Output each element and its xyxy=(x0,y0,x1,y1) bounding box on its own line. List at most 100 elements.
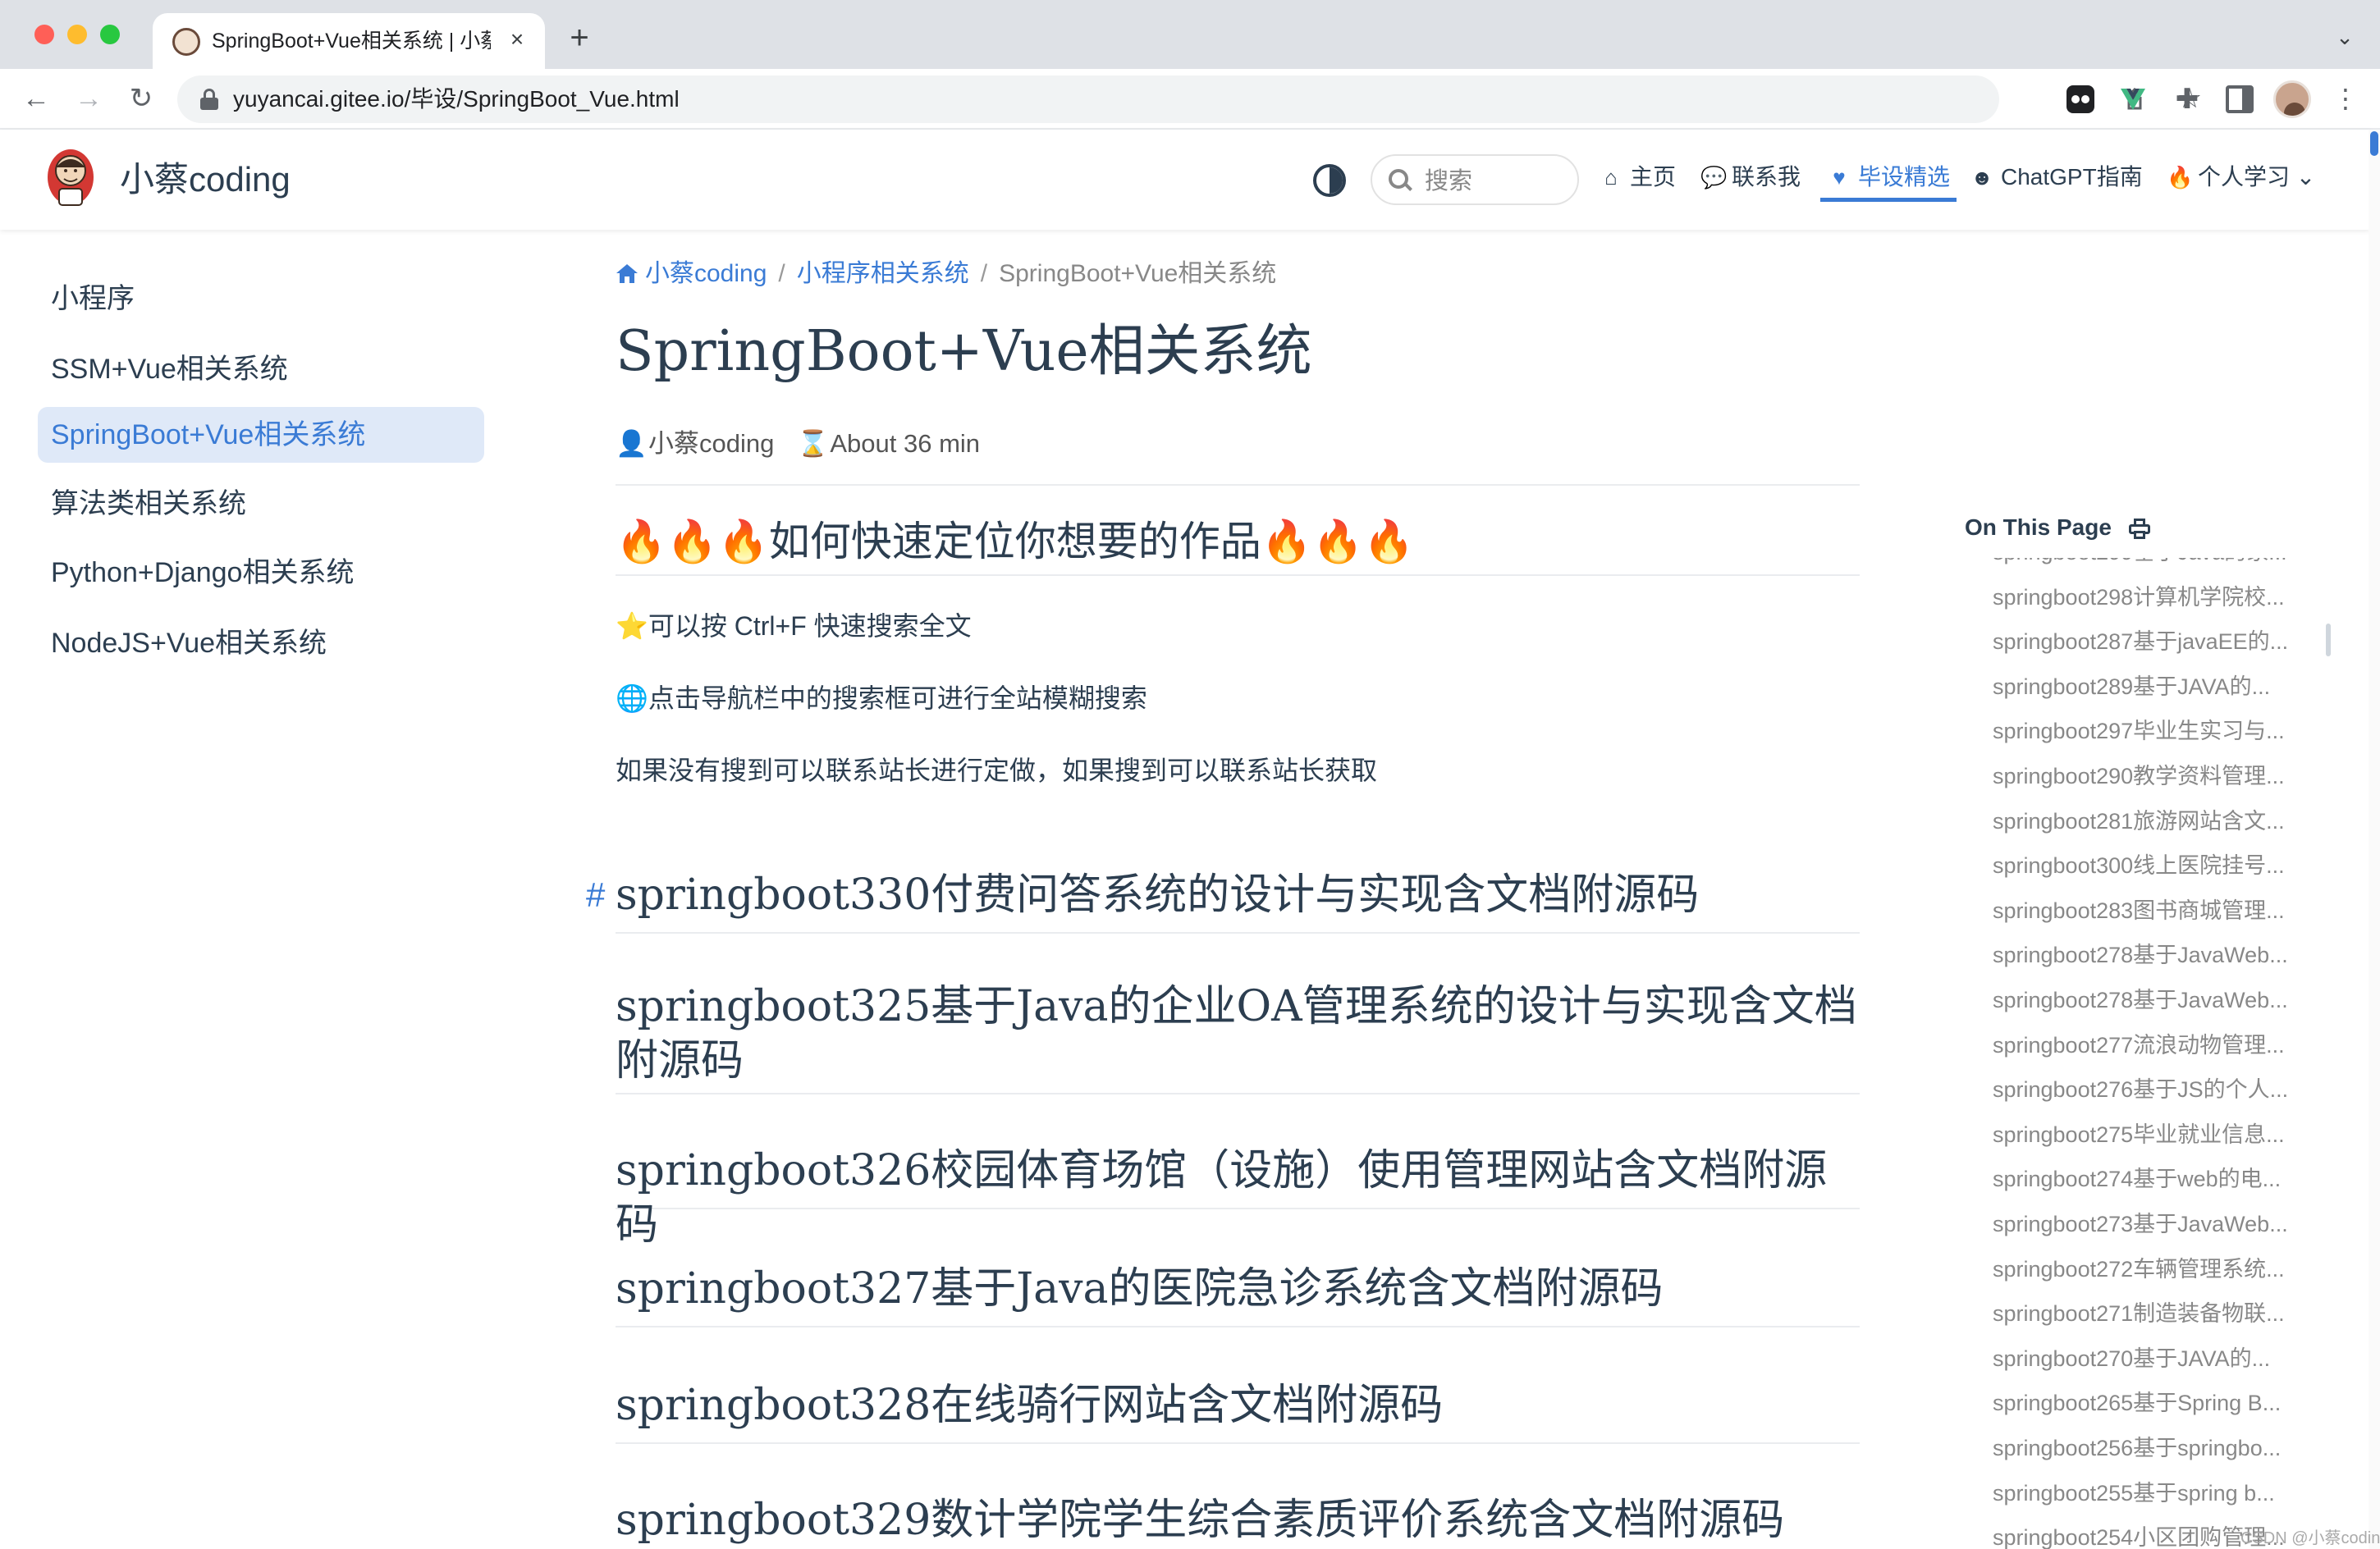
sidebar-item-python-django[interactable]: Python+Django相关系统 xyxy=(38,545,484,601)
toc-item[interactable]: springboot274基于web的电... xyxy=(1993,1157,2321,1201)
kebab-menu-icon[interactable]: ⋮ xyxy=(2332,80,2359,117)
favicon-icon xyxy=(172,28,200,56)
table-of-contents: On This Page springboot299基于Java的家...spr… xyxy=(1945,230,2372,1549)
toc-item[interactable]: springboot278基于JavaWeb... xyxy=(1993,933,2321,977)
sidebar-item-miniprogram[interactable]: 小程序 xyxy=(38,271,484,327)
page: SpringBoot+Vue相关系统 | 小蔡 × + ⌄ ← → ↻ yuya… xyxy=(0,0,2380,1549)
chevron-down-icon: ⌄ xyxy=(2290,164,2316,190)
nav-link-chatgpt[interactable]: ☻ ChatGPT指南 xyxy=(1970,159,2142,202)
nav-link-home[interactable]: ⌂ 主页 xyxy=(1599,159,1676,202)
project-heading: springboot330付费问答系统的设计与实现含文档附源码 xyxy=(616,855,1860,934)
breadcrumb-link-home[interactable]: 小蔡coding xyxy=(645,260,767,287)
new-tab-button[interactable]: + xyxy=(563,21,596,54)
intro-heading: 🔥🔥🔥如何快速定位你想要的作品🔥🔥🔥 xyxy=(616,507,1860,576)
window-maximize-button[interactable] xyxy=(100,25,120,44)
nav-link-picks[interactable]: ♥ 毕设精选 xyxy=(1820,159,1957,202)
toc-scrollbar[interactable] xyxy=(2326,624,2331,656)
hourglass-icon: ⌛ xyxy=(797,429,829,458)
toc-item[interactable]: springboot277流浪动物管理... xyxy=(1993,1023,2321,1067)
nav-link-label: 毕设精选 xyxy=(1858,164,1951,190)
toc-item[interactable]: springboot299基于Java的家... xyxy=(1993,558,2321,574)
toc-item[interactable]: springboot278基于JavaWeb... xyxy=(1993,978,2321,1022)
theme-toggle-icon[interactable] xyxy=(1313,164,1346,197)
project-heading: springboot325基于Java的企业OA管理系统的设计与实现含文档附源码 xyxy=(616,968,1860,1094)
toc-item[interactable]: springboot273基于JavaWeb... xyxy=(1993,1202,2321,1246)
toc-item[interactable]: springboot289基于JAVA的... xyxy=(1993,665,2321,709)
sidebar-item-ssm-vue[interactable]: SSM+Vue相关系统 xyxy=(38,341,484,397)
read-time: About 36 min xyxy=(830,429,981,458)
forward-arrow-icon[interactable]: → xyxy=(71,80,107,117)
project-heading: springboot327基于Java的医院急诊系统含文档附源码 xyxy=(616,1247,1860,1327)
fire-icon: 🔥 xyxy=(2167,165,2194,190)
toc-item[interactable]: springboot281旅游网站含文... xyxy=(1993,799,2321,843)
toc-item[interactable]: springboot256基于springbo... xyxy=(1993,1426,2321,1470)
page-title: SpringBoot+Vue相关系统 xyxy=(616,319,1312,384)
site-title[interactable]: 小蔡coding xyxy=(120,158,291,202)
breadcrumb: 小蔡coding / 小程序相关系统 / SpringBoot+Vue相关系统 xyxy=(616,258,1276,290)
toc-item[interactable]: springboot290教学资料管理... xyxy=(1993,754,2321,798)
home-icon: ⌂ xyxy=(1604,165,1618,190)
breadcrumb-current: SpringBoot+Vue相关系统 xyxy=(999,260,1277,287)
toc-item[interactable]: springboot265基于Spring B... xyxy=(1993,1381,2321,1425)
browser-tab-bar: SpringBoot+Vue相关系统 | 小蔡 × + ⌄ xyxy=(0,0,2380,69)
breadcrumb-separator: / xyxy=(980,260,988,287)
sidebar-item-springboot-vue[interactable]: SpringBoot+Vue相关系统 xyxy=(38,407,484,463)
lock-icon[interactable] xyxy=(200,89,218,110)
nav-link-contact[interactable]: 💬 联系我 xyxy=(1700,159,1801,202)
reload-icon[interactable]: ↻ xyxy=(123,80,159,117)
page-scrollbar[interactable] xyxy=(2369,130,2380,1549)
print-icon[interactable] xyxy=(2129,519,2150,540)
toc-item[interactable]: springboot287基于javaEE的... xyxy=(1993,619,2321,664)
breadcrumb-link-section[interactable]: 小程序相关系统 xyxy=(797,260,969,287)
avatar[interactable] xyxy=(2273,80,2311,118)
site-logo-icon[interactable] xyxy=(44,146,97,210)
toc-item[interactable]: springboot275毕业就业信息... xyxy=(1993,1113,2321,1157)
tab-search-chevron-icon[interactable]: ⌄ xyxy=(2332,25,2357,49)
back-arrow-icon[interactable]: ← xyxy=(18,80,54,117)
intro-line: ⭐可以按 Ctrl+F 快速搜索全文 xyxy=(616,611,972,641)
toc-item[interactable]: springboot297毕业生实习与... xyxy=(1993,709,2321,753)
heading-anchor-link[interactable]: # xyxy=(586,868,605,922)
nav-link-label: 主页 xyxy=(1630,164,1677,190)
intro-line: 🌐点击导航栏中的搜索框可进行全站模糊搜索 xyxy=(616,683,1147,713)
window-minimize-button[interactable] xyxy=(67,25,87,44)
vue-devtools-icon[interactable] xyxy=(2119,85,2147,113)
browser-tab-active[interactable]: SpringBoot+Vue相关系统 | 小蔡 × xyxy=(153,13,545,69)
window-close-button[interactable] xyxy=(34,25,54,44)
toc-item[interactable]: springboot300线上医院挂号... xyxy=(1993,843,2321,888)
toc-item[interactable]: springboot272车辆管理系统... xyxy=(1993,1247,2321,1291)
sidebar-item-algorithms[interactable]: 算法类相关系统 xyxy=(38,476,484,532)
puzzle-icon[interactable]: ✚ xyxy=(2173,85,2201,113)
author-icon: 👤 xyxy=(616,429,648,458)
project-heading: springboot328在线骑行网站含文档附源码 xyxy=(616,1364,1860,1444)
sidebar: 小程序 SSM+Vue相关系统 SpringBoot+Vue相关系统 算法类相关… xyxy=(0,230,501,1549)
author-name[interactable]: 小蔡coding xyxy=(648,429,774,458)
browser-toolbar: ← → ↻ yuyancai.gitee.io/毕设/SpringBoot_Vu… xyxy=(0,69,2380,130)
page-meta: 👤小蔡coding ⌛About 36 min xyxy=(616,427,980,461)
address-bar[interactable]: yuyancai.gitee.io/毕设/SpringBoot_Vue.html… xyxy=(177,75,2202,123)
toc-list: springboot299基于Java的家...springboot298计算机… xyxy=(1945,558,2372,1549)
sidebar-item-nodejs-vue[interactable]: NodeJS+Vue相关系统 xyxy=(38,615,484,671)
toc-item[interactable]: springboot271制造装备物联... xyxy=(1993,1291,2321,1336)
toc-item[interactable]: springboot298计算机学院校... xyxy=(1993,575,2321,619)
page-scrollbar-thumb[interactable] xyxy=(2370,131,2378,156)
watermark: CSDN @小蔡coding xyxy=(2240,1529,2380,1547)
home-icon[interactable] xyxy=(616,263,638,284)
nav-link-label: 个人学习 xyxy=(2198,164,2291,190)
toc-item[interactable]: springboot283图书商城管理... xyxy=(1993,889,2321,933)
project-heading: springboot326校园体育场馆（设施）使用管理网站含文档附源码 xyxy=(616,1129,1860,1250)
main-content: 小蔡coding / 小程序相关系统 / SpringBoot+Vue相关系统 Spri… xyxy=(574,230,1871,1549)
tab-close-icon[interactable]: × xyxy=(502,25,532,54)
nav-link-label: 联系我 xyxy=(1732,164,1801,190)
wechat-icon: 💬 xyxy=(1700,165,1728,190)
side-panel-icon[interactable] xyxy=(2226,85,2254,113)
extension-icon[interactable] xyxy=(2066,85,2094,113)
tab-title: SpringBoot+Vue相关系统 | 小蔡 xyxy=(212,30,491,53)
toc-item[interactable]: springboot276基于JS的个人... xyxy=(1993,1067,2321,1112)
url-text[interactable]: yuyancai.gitee.io/毕设/SpringBoot_Vue.html xyxy=(233,85,680,113)
search-input[interactable]: 搜索 xyxy=(1371,154,1579,205)
toc-item[interactable]: springboot270基于JAVA的... xyxy=(1993,1337,2321,1381)
nav-link-study[interactable]: 🔥 个人学习 ⌄ xyxy=(2167,159,2315,202)
toc-item[interactable]: springboot255基于spring b... xyxy=(1993,1471,2321,1515)
smile-icon: ☻ xyxy=(1970,165,1993,190)
